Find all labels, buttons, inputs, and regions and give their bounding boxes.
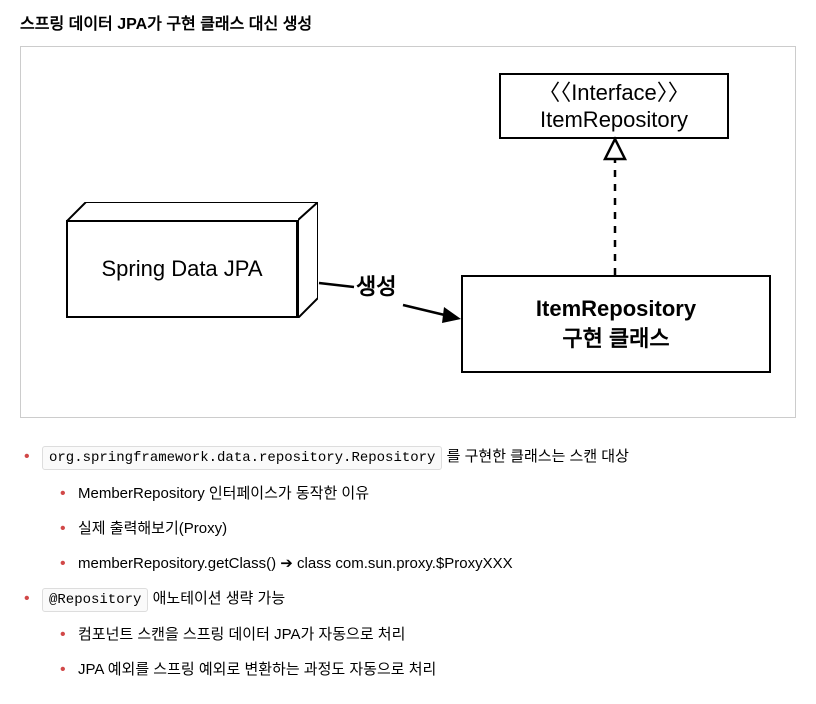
- list-item: @Repository 애노테이션 생략 가능 컴포넌트 스캔을 스프링 데이터…: [20, 588, 796, 681]
- impl-line2: 구현 클래스: [562, 324, 669, 354]
- list-item-text: 를 구현한 클래스는 스캔 대상: [442, 448, 628, 465]
- list-item: JPA 예외를 스프링 예외로 변환하는 과정도 자동으로 처리: [56, 659, 796, 680]
- bullet-list: org.springframework.data.repository.Repo…: [20, 446, 796, 680]
- interface-box: 〈〈Interface〉〉 ItemRepository: [499, 73, 729, 139]
- cuboid-side-face: [298, 202, 318, 318]
- cuboid-top-face: [66, 202, 318, 222]
- cuboid-front-face: Spring Data JPA: [66, 220, 298, 318]
- spring-data-jpa-box: Spring Data JPA: [66, 202, 318, 318]
- interface-stereotype: 〈〈Interface〉〉: [538, 79, 690, 107]
- spring-data-jpa-label: Spring Data JPA: [101, 256, 262, 282]
- list-item: memberRepository.getClass() ➔ class com.…: [56, 553, 796, 574]
- list-item: 컴포넌트 스캔을 스프링 데이터 JPA가 자동으로 처리: [56, 624, 796, 645]
- list-item: 실제 출력해보기(Proxy): [56, 518, 796, 539]
- page-title: 스프링 데이터 JPA가 구현 클래스 대신 생성: [20, 10, 796, 34]
- list-item: MemberRepository 인터페이스가 동작한 이유: [56, 483, 796, 504]
- code-repository-fqn: org.springframework.data.repository.Repo…: [42, 446, 442, 470]
- list-item: org.springframework.data.repository.Repo…: [20, 446, 796, 574]
- create-label: 생성: [356, 269, 396, 301]
- interface-name-label: ItemRepository: [540, 106, 688, 134]
- impl-line1: ItemRepository: [536, 294, 696, 324]
- code-repository-annotation: @Repository: [42, 588, 148, 612]
- diagram-frame: 〈〈Interface〉〉 ItemRepository Spring Data…: [20, 46, 796, 418]
- list-item-text: 애노테이션 생략 가능: [148, 590, 285, 607]
- impl-class-box: ItemRepository 구현 클래스: [461, 275, 771, 373]
